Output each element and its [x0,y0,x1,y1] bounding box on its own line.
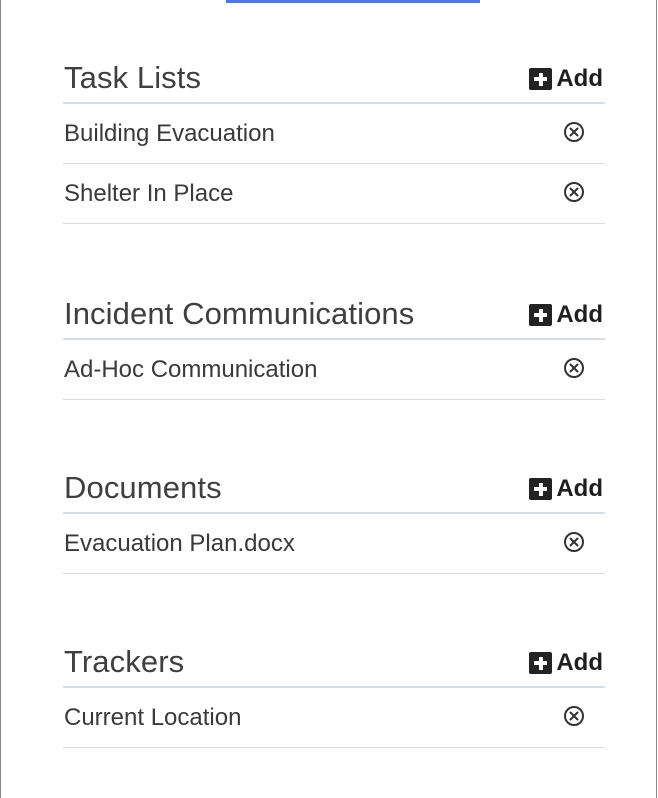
section-title: Documents [64,470,222,505]
plus-square-icon [529,652,553,674]
item-label[interactable]: Shelter In Place [64,180,233,209]
item-label[interactable]: Building Evacuation [64,120,275,149]
add-label: Add [556,301,603,328]
circle-x-icon[interactable] [563,357,585,379]
item-label[interactable]: Current Location [64,704,241,733]
add-label: Add [556,65,603,92]
top-link-underline[interactable] [226,0,480,3]
section-documents: Documents Add Evacuation Plan.docx [63,462,605,574]
add-document-button[interactable]: Add [529,477,603,501]
section-header: Documents Add [63,462,605,514]
item-label[interactable]: Evacuation Plan.docx [64,530,295,559]
section-task-lists: Task Lists Add Building Evacuation Shelt… [63,52,605,224]
section-title: Incident Communications [64,296,415,331]
add-incident-communication-button[interactable]: Add [529,303,603,327]
item-label[interactable]: Ad-Hoc Communication [64,356,317,385]
add-task-list-button[interactable]: Add [529,67,603,91]
section-header: Incident Communications Add [63,288,605,340]
section-trackers: Trackers Add Current Location [63,636,605,748]
plus-square-icon [529,68,553,90]
section-header: Task Lists Add [63,52,605,104]
section-title: Task Lists [64,60,202,95]
circle-x-icon[interactable] [563,181,585,203]
section-incident-communications: Incident Communications Add Ad-Hoc Commu… [63,288,605,400]
plus-square-icon [529,478,553,500]
list-item[interactable]: Shelter In Place [63,164,605,224]
add-label: Add [556,649,603,676]
list-item[interactable]: Building Evacuation [63,104,605,164]
list-item[interactable]: Current Location [63,688,605,748]
circle-x-icon[interactable] [563,121,585,143]
add-label: Add [556,475,603,502]
section-header: Trackers Add [63,636,605,688]
circle-x-icon[interactable] [563,531,585,553]
plus-square-icon [529,304,553,326]
list-item[interactable]: Ad-Hoc Communication [63,340,605,400]
section-title: Trackers [64,644,185,679]
add-tracker-button[interactable]: Add [529,651,603,675]
list-item[interactable]: Evacuation Plan.docx [63,514,605,574]
circle-x-icon[interactable] [563,705,585,727]
